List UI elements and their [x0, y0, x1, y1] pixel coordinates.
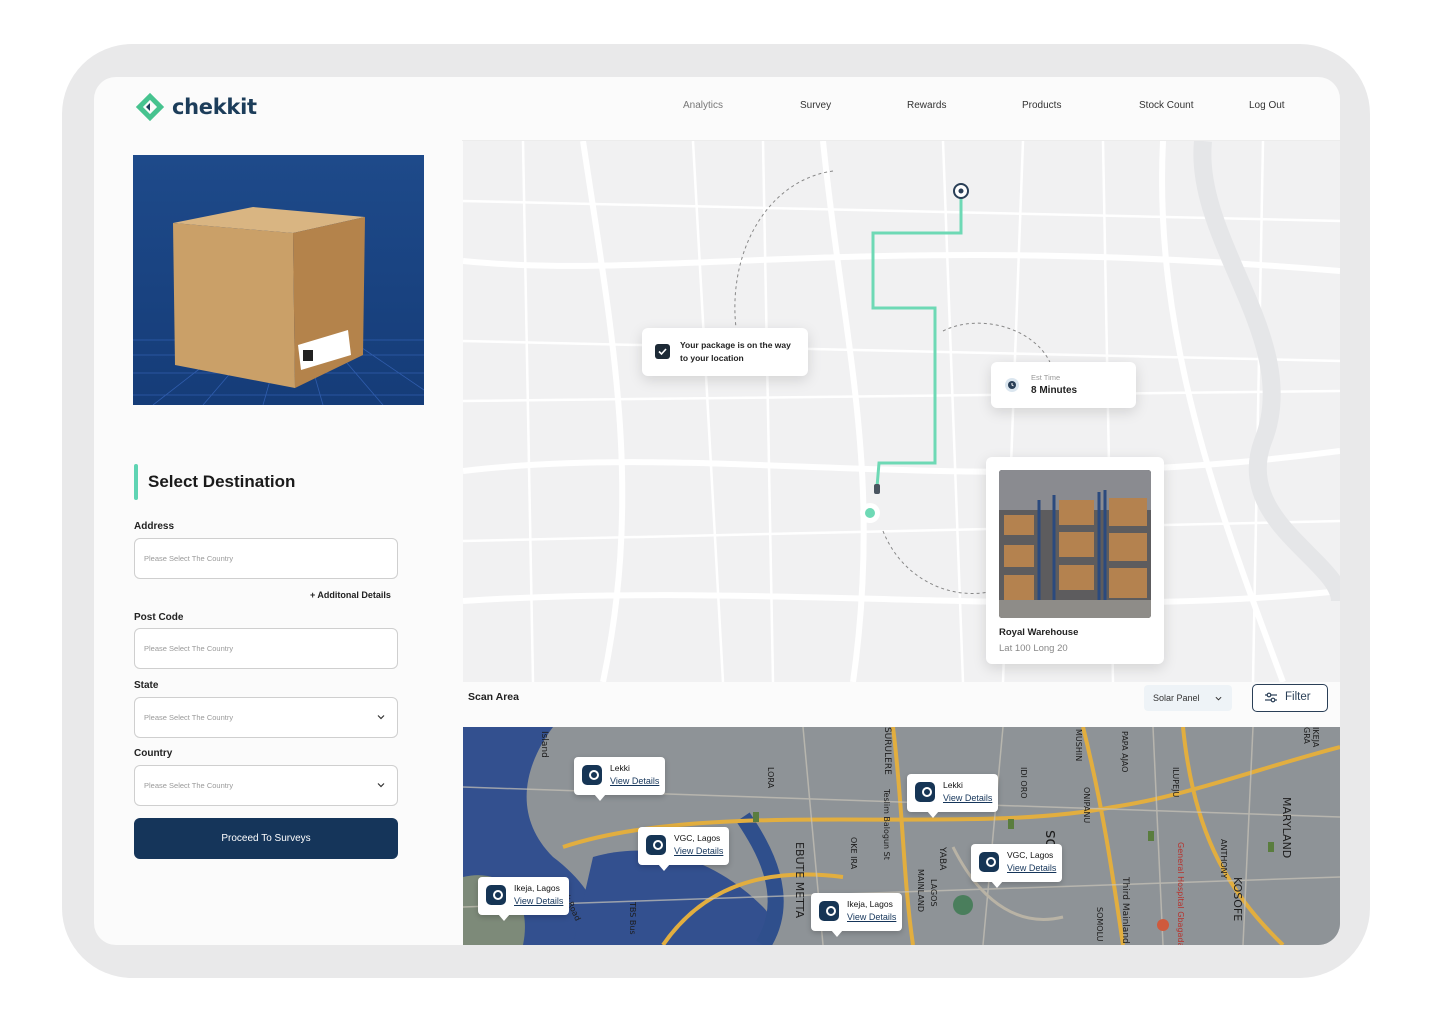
- address-label: Address: [134, 521, 175, 532]
- nav-stock-count[interactable]: Stock Count: [1139, 100, 1193, 111]
- view-details-link[interactable]: View Details: [847, 910, 896, 924]
- view-details-link[interactable]: View Details: [514, 894, 563, 908]
- map-label: SOMOLU: [1095, 907, 1104, 942]
- app-screen: chekkit Analytics Survey Rewards Product…: [94, 77, 1340, 945]
- state-select-value: Please Select The Country: [144, 713, 234, 722]
- location-pin-icon: [646, 835, 666, 855]
- map-label: MUSHIN: [1074, 729, 1083, 762]
- location-pin-icon: [979, 852, 999, 872]
- nav-products[interactable]: Products: [1022, 100, 1061, 111]
- warehouse-card[interactable]: Royal Warehouse Lat 100 Long 20: [986, 457, 1164, 664]
- pin-name: Ikeja, Lagos: [847, 899, 893, 909]
- map-label: LAGOS: [929, 879, 938, 907]
- nav-rewards[interactable]: Rewards: [907, 100, 946, 111]
- address-input[interactable]: Please Select The Country: [134, 538, 398, 579]
- pin-name: Lekki: [610, 763, 630, 773]
- map-label: ONIPANU: [1082, 787, 1091, 824]
- pin-name: VGC, Lagos: [1007, 850, 1054, 860]
- scan-area-map[interactable]: Island Creek Road EBUTE METTA SURULERE T…: [463, 727, 1340, 945]
- est-time-label: Est Time: [1031, 373, 1061, 382]
- map-label: Island: [539, 731, 549, 758]
- package-image: [133, 155, 424, 405]
- state-label: State: [134, 680, 159, 691]
- map-label: ILUPEJU: [1171, 767, 1180, 798]
- map-label: ANTHONY: [1219, 839, 1228, 879]
- nav-survey[interactable]: Survey: [800, 100, 831, 111]
- map-label: LORA: [766, 767, 775, 789]
- location-pin-ikeja[interactable]: Ikeja, Lagos View Details: [478, 877, 570, 921]
- location-pin-lekki[interactable]: Lekki View Details: [907, 774, 999, 818]
- warehouse-coords: Lat 100 Long 20: [999, 643, 1068, 654]
- filter-button[interactable]: Filter: [1252, 684, 1328, 712]
- form-title: Select Destination: [148, 472, 296, 491]
- map-label: PAPA AJAO: [1120, 731, 1129, 773]
- solar-panel-value: Solar Panel: [1153, 693, 1200, 703]
- package-status-text: Your package is on the way to your locat…: [680, 340, 791, 363]
- location-pin-icon: [486, 885, 506, 905]
- section-accent: [134, 464, 138, 500]
- map-label: KOSOFE: [1231, 877, 1244, 922]
- country-select-value: Please Select The Country: [144, 781, 234, 790]
- location-pin-vgc[interactable]: VGC, Lagos View Details: [638, 827, 730, 871]
- chevron-down-icon: [1215, 696, 1222, 701]
- tracking-map[interactable]: Your package is on the way to your locat…: [463, 141, 1340, 682]
- brand-name: chekkit: [172, 95, 257, 119]
- location-pin-lekki[interactable]: Lekki View Details: [574, 757, 666, 801]
- scan-area-title: Scan Area: [468, 691, 519, 703]
- view-details-link[interactable]: View Details: [943, 791, 992, 805]
- clock-icon: [1005, 378, 1019, 392]
- pin-name: VGC, Lagos: [674, 833, 721, 843]
- map-streets: [463, 141, 1340, 682]
- map-label: General Hospital Gbagada: [1176, 842, 1185, 945]
- location-pin-icon: [819, 901, 839, 921]
- location-pin-ikeja[interactable]: Ikeja, Lagos View Details: [811, 893, 903, 937]
- map-label: Teslim Balogun St: [882, 789, 891, 860]
- nav-analytics[interactable]: Analytics: [683, 100, 723, 111]
- map-label: IKEJA GRA: [1302, 727, 1320, 748]
- map-label: EBUTE METTA: [793, 842, 806, 919]
- country-label: Country: [134, 748, 173, 759]
- warehouse-name: Royal Warehouse: [999, 627, 1079, 638]
- map-label: TBS Bus: [628, 902, 637, 935]
- nav-logout[interactable]: Log Out: [1249, 100, 1285, 111]
- map-label: Third Mainland: [1120, 877, 1130, 944]
- location-pin-vgc[interactable]: VGC, Lagos View Details: [971, 844, 1063, 888]
- map-label: MARYLAND: [1280, 797, 1293, 859]
- view-details-link[interactable]: View Details: [610, 774, 659, 788]
- map-label: YABA: [937, 847, 947, 871]
- solar-panel-dropdown[interactable]: Solar Panel: [1144, 685, 1232, 711]
- map-label: IDI ORO: [1019, 767, 1028, 799]
- chekkit-logo-icon: [135, 92, 165, 122]
- chevron-down-icon: [377, 783, 385, 788]
- view-details-link[interactable]: View Details: [674, 844, 723, 858]
- check-icon: [655, 344, 670, 359]
- chevron-down-icon: [377, 715, 385, 720]
- pin-name: Ikeja, Lagos: [514, 883, 560, 893]
- map-label: SURULERE: [882, 727, 892, 775]
- state-select[interactable]: Please Select The Country: [134, 697, 398, 738]
- warehouse-photo: [999, 470, 1151, 618]
- filter-label: Filter: [1285, 691, 1311, 703]
- proceed-to-surveys-button[interactable]: Proceed To Surveys: [134, 818, 398, 859]
- pin-name: Lekki: [943, 780, 963, 790]
- est-time-value: 8 Minutes: [1031, 385, 1078, 396]
- map-label: MAINLAND: [916, 869, 925, 912]
- postcode-label: Post Code: [134, 612, 184, 623]
- sliders-icon: [1265, 692, 1277, 703]
- brand-logo[interactable]: chekkit: [134, 91, 257, 123]
- package-status-card: Your package is on the way to your locat…: [642, 328, 808, 376]
- location-pin-icon: [915, 782, 935, 802]
- additional-details-link[interactable]: + Additonal Details: [310, 590, 391, 600]
- country-select[interactable]: Please Select The Country: [134, 765, 398, 806]
- postcode-input[interactable]: Please Select The Country: [134, 628, 398, 669]
- view-details-link[interactable]: View Details: [1007, 861, 1056, 875]
- est-time-card: Est Time 8 Minutes: [991, 362, 1136, 408]
- location-pin-icon: [582, 765, 602, 785]
- map-label: OKE IRA: [849, 837, 858, 870]
